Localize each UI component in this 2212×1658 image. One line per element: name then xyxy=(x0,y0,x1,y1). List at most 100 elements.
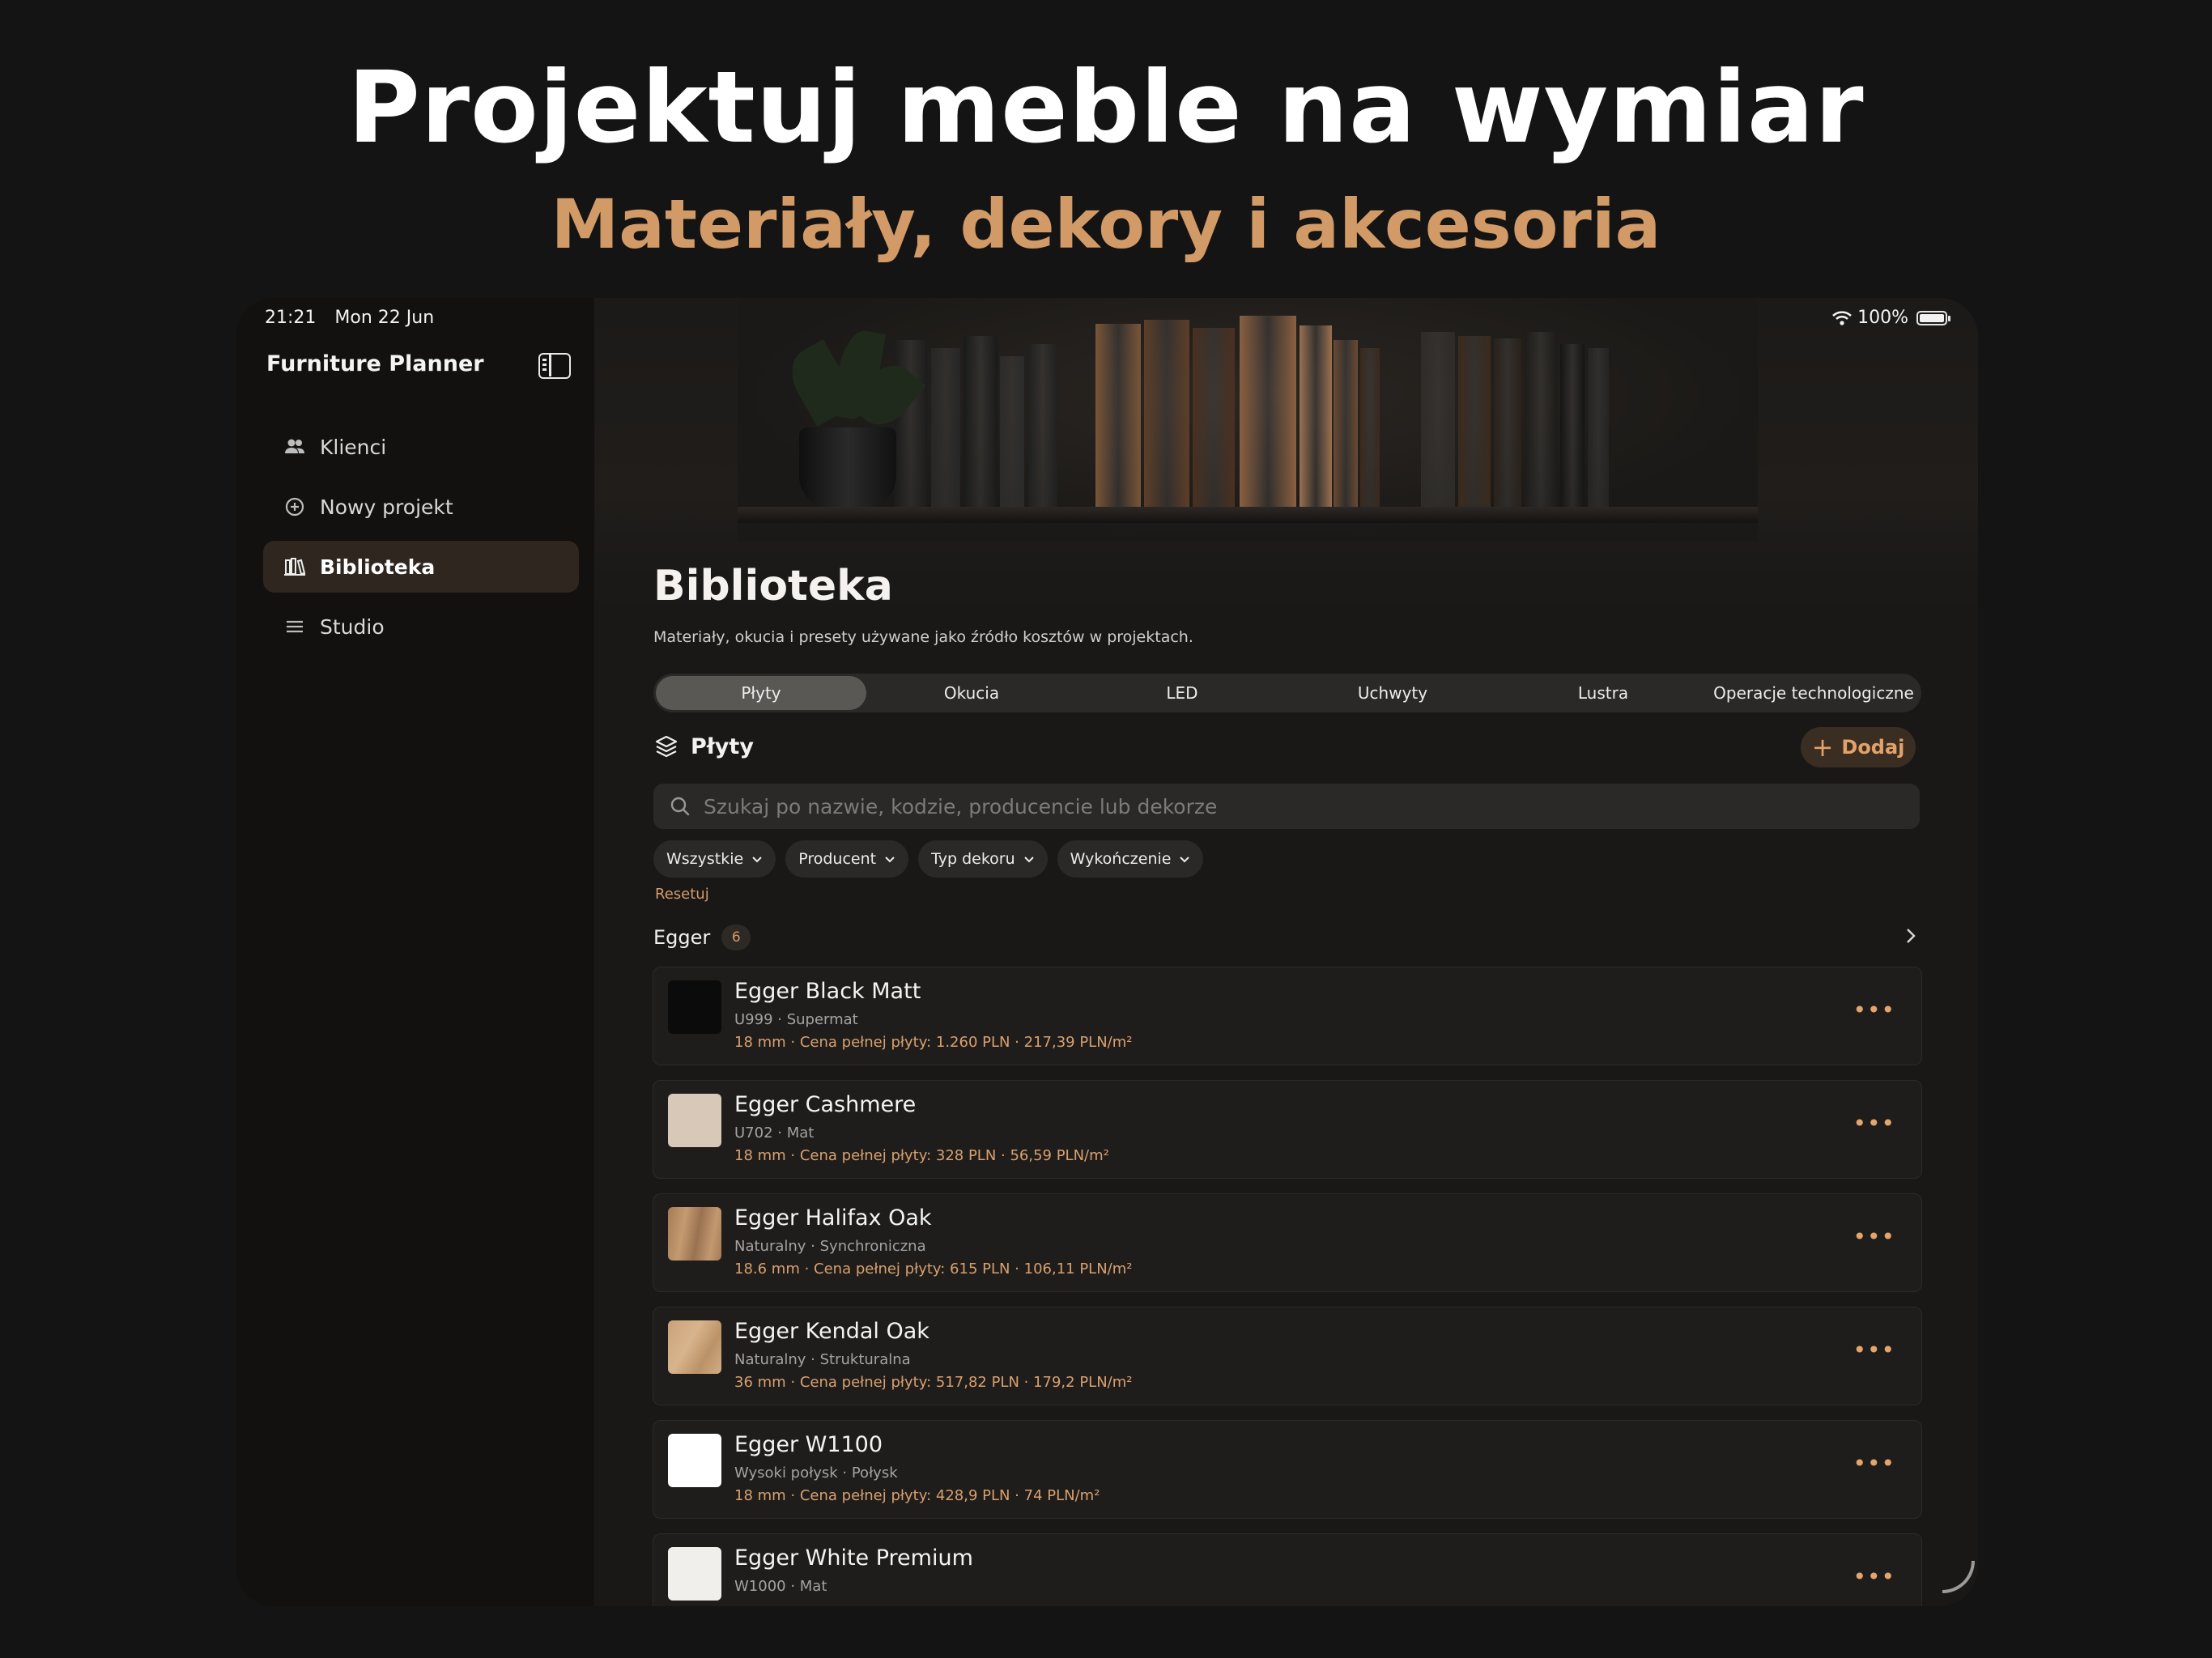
battery-icon xyxy=(1916,310,1950,325)
plus-circle-icon xyxy=(281,493,308,521)
material-price: 18.6 mm · Cena pełnej płyty: 615 PLN · 1… xyxy=(734,1261,1133,1278)
search-input[interactable] xyxy=(704,794,1886,818)
material-name: Egger W1100 xyxy=(734,1432,883,1457)
material-swatch xyxy=(668,1547,721,1601)
material-code: U702 · Mat xyxy=(734,1124,815,1141)
status-time: 21:21 xyxy=(265,308,317,328)
sidebar-nav: Klienci Nowy projekt Biblioteka Studio xyxy=(263,421,579,661)
filter-typ-dekoru[interactable]: Typ dekoru xyxy=(918,840,1048,878)
tab-uchwyty[interactable]: Uchwyty xyxy=(1287,676,1498,710)
filter-chips: Wszystkie Producent Typ dekoru Wykończen… xyxy=(653,840,1213,878)
shelf-book xyxy=(1494,338,1521,510)
tab-led[interactable]: LED xyxy=(1077,676,1287,710)
lines-icon xyxy=(281,613,308,640)
group-header-egger[interactable]: Egger 6 xyxy=(653,925,1920,950)
search-bar[interactable] xyxy=(653,784,1920,829)
more-icon[interactable]: ••• xyxy=(1853,1223,1895,1250)
people-icon xyxy=(281,433,308,461)
sidebar-item-label: Nowy projekt xyxy=(320,495,453,519)
layers-icon xyxy=(655,735,678,758)
filter-wykonczenie[interactable]: Wykończenie xyxy=(1057,840,1204,878)
list-item[interactable]: Egger W1100 Wysoki połysk · Połysk 18 mm… xyxy=(653,1420,1922,1519)
page-title: Biblioteka xyxy=(653,562,893,610)
status-date: Mon 22 Jun xyxy=(334,308,435,328)
books-icon xyxy=(281,553,308,580)
more-icon[interactable]: ••• xyxy=(1853,1563,1895,1590)
add-button-label: Dodaj xyxy=(1841,736,1905,759)
list-item[interactable]: Egger Black Matt U999 · Supermat 18 mm ·… xyxy=(653,967,1922,1065)
filter-producent[interactable]: Producent xyxy=(785,840,909,878)
search-icon xyxy=(670,797,690,816)
sidebar-item-nowy-projekt[interactable]: Nowy projekt xyxy=(263,481,579,533)
shelf-book xyxy=(931,348,960,510)
material-code: W1000 · Mat xyxy=(734,1578,827,1595)
material-swatch xyxy=(668,1094,721,1147)
shelf-book xyxy=(1525,332,1557,510)
plus-icon: + xyxy=(1811,732,1834,763)
shelf-book xyxy=(1421,332,1455,510)
filter-wszystkie[interactable]: Wszystkie xyxy=(653,840,776,878)
sidebar: 21:21 Mon 22 Jun Furniture Planner Klien… xyxy=(236,298,595,1606)
status-time-date: 21:21 Mon 22 Jun xyxy=(265,308,447,328)
shelf-book xyxy=(1360,348,1380,510)
shelf-book xyxy=(963,336,998,510)
tab-plyty[interactable]: Płyty xyxy=(656,676,866,710)
shelf-book xyxy=(1095,324,1141,510)
sidebar-item-label: Biblioteka xyxy=(320,555,436,579)
shelf-book xyxy=(1000,356,1024,510)
material-code: Naturalny · Strukturalna xyxy=(734,1351,911,1368)
tab-operacje-technologiczne[interactable]: Operacje technologiczne xyxy=(1708,676,1919,710)
material-name: Egger Cashmere xyxy=(734,1092,917,1117)
wifi-icon xyxy=(1832,310,1852,325)
chevron-down-icon xyxy=(752,857,762,863)
group-name: Egger xyxy=(653,926,711,949)
section-title: Płyty xyxy=(691,733,754,759)
page-description: Materiały, okucia i presety używane jako… xyxy=(653,628,1193,646)
chevron-down-icon xyxy=(1180,857,1190,863)
sidebar-item-label: Studio xyxy=(320,614,385,639)
more-icon[interactable]: ••• xyxy=(1853,1450,1895,1477)
sidebar-item-studio[interactable]: Studio xyxy=(263,601,579,653)
group-count-badge: 6 xyxy=(721,925,751,950)
material-price: 18 mm · Cena pełnej płyty: 1.260 PLN · 2… xyxy=(734,1034,1133,1051)
shelf-book xyxy=(1458,336,1491,510)
sidebar-item-klienci[interactable]: Klienci xyxy=(263,421,579,473)
sidebar-toggle-icon[interactable] xyxy=(538,353,571,379)
material-swatch xyxy=(668,1434,721,1487)
plant-pot xyxy=(799,427,896,508)
status-bar-right: 100% xyxy=(1831,308,1950,328)
material-code: U999 · Supermat xyxy=(734,1011,858,1028)
tab-lustra[interactable]: Lustra xyxy=(1498,676,1708,710)
more-icon[interactable]: ••• xyxy=(1853,997,1895,1023)
sidebar-item-biblioteka[interactable]: Biblioteka xyxy=(263,541,579,593)
material-name: Egger White Premium xyxy=(734,1545,973,1571)
filter-label: Wszystkie xyxy=(666,850,744,868)
list-item[interactable]: Egger Cashmere U702 · Mat 18 mm · Cena p… xyxy=(653,1080,1922,1179)
filter-label: Producent xyxy=(798,850,877,868)
material-code: Wysoki połysk · Połysk xyxy=(734,1465,898,1482)
marketing-subheadline: Materiały, dekory i akcesoria xyxy=(551,185,1661,264)
add-button[interactable]: + Dodaj xyxy=(1801,727,1916,767)
material-name: Egger Black Matt xyxy=(734,979,921,1004)
tab-okucia[interactable]: Okucia xyxy=(866,676,1077,710)
material-swatch xyxy=(668,1320,721,1374)
chevron-down-icon xyxy=(1023,857,1034,863)
segmented-tabs: Płyty Okucia LED Uchwyty Lustra Operacje… xyxy=(653,674,1921,712)
more-icon[interactable]: ••• xyxy=(1853,1337,1895,1363)
material-price: 18 mm · Cena pełnej płyty: 428,9 PLN · 7… xyxy=(734,1487,1100,1504)
list-item[interactable]: Egger Halifax Oak Naturalny · Synchronic… xyxy=(653,1193,1922,1292)
chevron-right-icon xyxy=(1907,929,1916,943)
shelf-book xyxy=(1144,320,1189,510)
material-swatch xyxy=(668,980,721,1034)
material-price: 36 mm · Cena pełnej płyty: 517,82 PLN · … xyxy=(734,1374,1133,1391)
list-item[interactable]: Egger Kendal Oak Naturalny · Strukturaln… xyxy=(653,1307,1922,1405)
shelf-book xyxy=(1334,340,1358,510)
marketing-headline: Projektuj meble na wymiar xyxy=(347,50,1865,165)
list-item[interactable]: Egger White Premium W1000 · Mat ••• xyxy=(653,1533,1922,1606)
sidebar-item-label: Klienci xyxy=(320,435,387,459)
shelf-book xyxy=(1300,325,1332,510)
reset-filters-link[interactable]: Resetuj xyxy=(655,886,709,903)
more-icon[interactable]: ••• xyxy=(1853,1110,1895,1137)
section-header: Płyty xyxy=(653,733,754,759)
app-title: Furniture Planner xyxy=(266,351,484,376)
